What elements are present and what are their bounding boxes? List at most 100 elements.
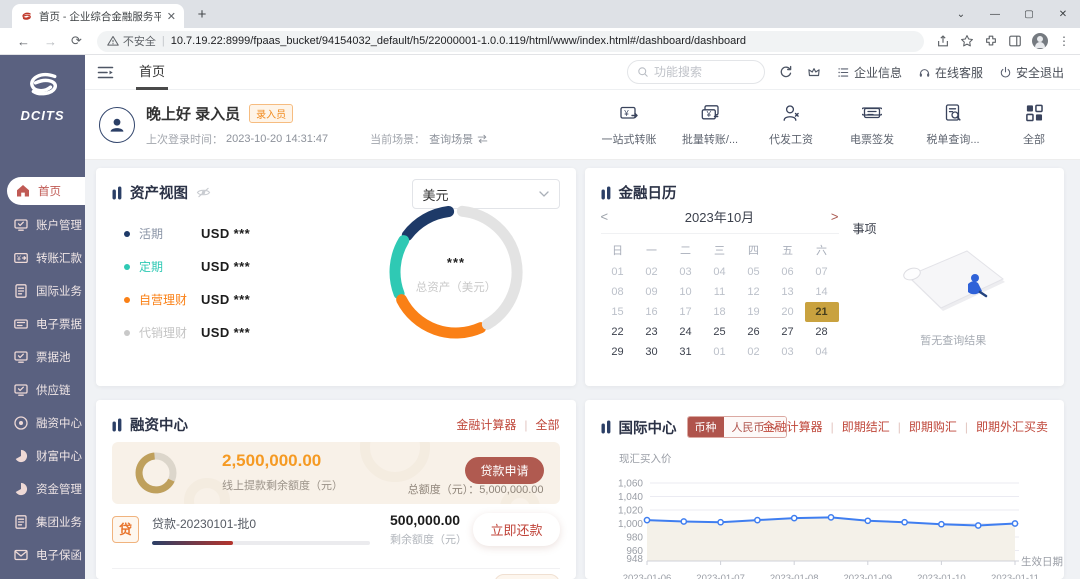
- calendar-day[interactable]: 03: [669, 262, 703, 282]
- calendar-day[interactable]: 19: [737, 302, 771, 322]
- quick-action-1[interactable]: ¥一站式转账: [601, 103, 657, 147]
- function-search[interactable]: [627, 60, 765, 84]
- calendar-day[interactable]: 09: [635, 282, 669, 302]
- calendar-day-selected[interactable]: 21: [805, 302, 839, 322]
- new-tab-button[interactable]: +: [190, 2, 214, 26]
- svg-text:2023-01-08: 2023-01-08: [769, 573, 818, 579]
- calendar-day[interactable]: 17: [669, 302, 703, 322]
- calendar-day[interactable]: 25: [703, 322, 737, 342]
- reload-icon[interactable]: ⟳: [71, 33, 82, 49]
- svg-text:¥: ¥: [623, 108, 629, 117]
- forward-icon[interactable]: →: [44, 34, 57, 49]
- calendar-day[interactable]: 31: [669, 342, 703, 362]
- sidebar-item-9[interactable]: 财富中心: [0, 439, 85, 472]
- calendar-day[interactable]: 20: [771, 302, 805, 322]
- sidebar-item-2[interactable]: 账户管理: [0, 208, 85, 241]
- header-link-2[interactable]: 在线客服: [918, 64, 983, 81]
- quick-action-4[interactable]: 电票签发: [844, 103, 900, 147]
- calendar-day[interactable]: 13: [771, 282, 805, 302]
- sidebar-item-4[interactable]: 国际业务: [0, 274, 85, 307]
- tab-home[interactable]: 首页: [136, 55, 168, 90]
- svg-text:2023-01-06: 2023-01-06: [622, 573, 671, 579]
- calendar-day[interactable]: 03: [771, 342, 805, 362]
- intl-link-4[interactable]: 即期外汇买卖: [976, 418, 1048, 435]
- browser-profile-avatar[interactable]: [1032, 33, 1048, 49]
- collapse-menu-icon[interactable]: [97, 65, 114, 80]
- sidebar-item-6[interactable]: 票据池: [0, 340, 85, 373]
- sidebar-item-12[interactable]: 电子保函: [0, 538, 85, 571]
- window-close-icon[interactable]: ✕: [1046, 9, 1080, 20]
- loan-apply-button[interactable]: 贷款申请: [465, 457, 543, 484]
- calendar-day[interactable]: 02: [635, 262, 669, 282]
- sidebar-item-11[interactable]: 集团业务: [0, 505, 85, 538]
- calendar-day[interactable]: 22: [601, 322, 635, 342]
- calendar-day[interactable]: 08: [601, 282, 635, 302]
- quick-action-5[interactable]: 税单查询...: [925, 103, 981, 147]
- header-link-1[interactable]: 企业信息: [837, 64, 902, 81]
- browser-tab[interactable]: 首页 - 企业综合金融服务平台 ✕: [12, 4, 184, 28]
- side-panel-icon[interactable]: [1008, 34, 1022, 48]
- calendar-day[interactable]: 04: [703, 262, 737, 282]
- sidebar-item-10[interactable]: 资金管理: [0, 472, 85, 505]
- calendar-day[interactable]: 23: [635, 322, 669, 342]
- quick-action-2[interactable]: ¥批量转账/...: [682, 103, 738, 147]
- calendar-day[interactable]: 15: [601, 302, 635, 322]
- financing-link-2[interactable]: 全部: [535, 416, 559, 433]
- repay-now-button[interactable]: 立即还款: [473, 513, 559, 546]
- calendar-day[interactable]: 05: [737, 262, 771, 282]
- quick-action-6[interactable]: 全部: [1006, 103, 1062, 147]
- svg-text:¥: ¥: [17, 255, 21, 262]
- search-input[interactable]: [654, 65, 744, 79]
- calendar-day[interactable]: 10: [669, 282, 703, 302]
- tab-close-icon[interactable]: ✕: [167, 10, 176, 23]
- calendar-day[interactable]: 16: [635, 302, 669, 322]
- user-avatar[interactable]: [99, 107, 135, 143]
- sidebar-item-3[interactable]: ¥转账汇款: [0, 241, 85, 274]
- calendar-day[interactable]: 27: [771, 322, 805, 342]
- window-minimize-icon[interactable]: —: [978, 9, 1012, 20]
- back-icon[interactable]: ←: [17, 34, 30, 49]
- calendar-day[interactable]: 11: [703, 282, 737, 302]
- sidebar-item-7[interactable]: 供应链: [0, 373, 85, 406]
- crown-icon[interactable]: [807, 65, 821, 79]
- calendar-day[interactable]: 14: [805, 282, 839, 302]
- ticket-icon: [13, 316, 29, 332]
- calendar-day[interactable]: 26: [737, 322, 771, 342]
- calendar-day[interactable]: 02: [737, 342, 771, 362]
- share-icon[interactable]: [936, 34, 950, 48]
- calendar-day[interactable]: 04: [805, 342, 839, 362]
- calendar-day[interactable]: 24: [669, 322, 703, 342]
- intl-link-1[interactable]: 金融计算器: [763, 418, 823, 435]
- extensions-icon[interactable]: [984, 34, 998, 48]
- calendar-day[interactable]: 06: [771, 262, 805, 282]
- refresh-icon[interactable]: [779, 65, 793, 79]
- quick-action-3[interactable]: 代发工资: [763, 103, 819, 147]
- calendar-day[interactable]: 28: [805, 322, 839, 342]
- url-bar[interactable]: 不安全 | 10.7.19.22:8999/fpaas_bucket/94154…: [97, 31, 924, 52]
- header-link-3[interactable]: 安全退出: [999, 64, 1064, 81]
- calendar-next-icon[interactable]: >: [831, 209, 839, 224]
- sidebar-item-5[interactable]: 电子票据: [0, 307, 85, 340]
- browser-menu-icon[interactable]: ⋮: [1058, 34, 1070, 48]
- calendar-day[interactable]: 01: [703, 342, 737, 362]
- switch-scene-icon[interactable]: [477, 134, 488, 144]
- card-transfer-icon: ¥: [619, 103, 640, 125]
- calendar-grid: 0102030405060708091011121314151617181920…: [601, 262, 839, 362]
- calendar-day[interactable]: 30: [635, 342, 669, 362]
- calendar-day[interactable]: 18: [703, 302, 737, 322]
- url-text: 10.7.19.22:8999/fpaas_bucket/94154032_de…: [171, 35, 746, 47]
- financing-link-1[interactable]: 金融计算器: [456, 416, 516, 433]
- window-chevron-icon[interactable]: ⌄: [944, 9, 978, 20]
- intl-link-3[interactable]: 即期购汇: [909, 418, 957, 435]
- window-maximize-icon[interactable]: ▢: [1012, 9, 1046, 20]
- calendar-day[interactable]: 01: [601, 262, 635, 282]
- intl-link-2[interactable]: 即期结汇: [842, 418, 890, 435]
- eye-slash-icon[interactable]: [196, 186, 211, 199]
- calendar-day[interactable]: 29: [601, 342, 635, 362]
- calendar-day[interactable]: 07: [805, 262, 839, 282]
- calendar-prev-icon[interactable]: <: [601, 209, 609, 224]
- sidebar-item-1[interactable]: 首页: [7, 177, 85, 205]
- sidebar-item-8[interactable]: 融资中心: [0, 406, 85, 439]
- bookmark-star-icon[interactable]: [960, 34, 974, 48]
- calendar-day[interactable]: 12: [737, 282, 771, 302]
